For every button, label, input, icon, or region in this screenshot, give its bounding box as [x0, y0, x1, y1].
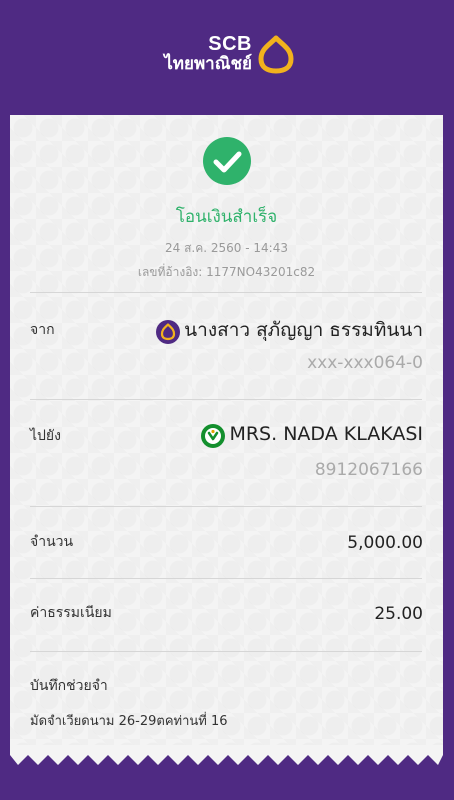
from-name-row: นางสาว สุภัญญา ธรรมทินนา: [156, 315, 423, 345]
amount-label: จำนวน: [30, 534, 74, 550]
bank-logo-text: SCB ไทยพาณิชย์: [156, 34, 252, 75]
divider: [30, 506, 422, 507]
transfer-slip: โอนเงินสำเร็จ 24 ส.ค. 2560 - 14:43 เลขที…: [10, 115, 443, 755]
from-name: นางสาว สุภัญญา ธรรมทินนา: [184, 319, 423, 341]
scb-logo-icon: [258, 35, 294, 74]
memo-label: บันทึกช่วยจำ: [30, 678, 108, 694]
divider: [30, 292, 422, 293]
bank-name-en: SCB: [208, 33, 252, 55]
transfer-reference: เลขที่อ้างอิง: 1177NO43201c82: [137, 265, 316, 279]
transfer-datetime: 24 ส.ค. 2560 - 14:43: [165, 241, 288, 255]
to-name: MRS. NADA KLAKASI: [229, 423, 423, 445]
slip-torn-edge: [10, 745, 443, 765]
divider: [30, 399, 422, 400]
to-name-row: MRS. NADA KLAKASI: [201, 423, 423, 448]
fee-value: 25.00: [374, 604, 423, 624]
from-label: จาก: [30, 322, 55, 338]
divider: [30, 651, 422, 652]
amount-value: 5,000.00: [347, 533, 423, 553]
to-label: ไปยัง: [30, 428, 61, 444]
memo-value: มัดจำเวียดนาม 26-29ตคท่านที่ 16: [30, 714, 228, 729]
bank-name-th: ไทยพาณิชย์: [164, 54, 252, 74]
app-header: SCB ไทยพาณิชย์: [0, 0, 454, 115]
kbank-icon: [201, 423, 226, 448]
to-account: 8912067166: [314, 460, 423, 480]
from-account: xxx-xxx064-0: [307, 353, 423, 373]
scb-icon: [156, 319, 181, 344]
divider: [30, 578, 422, 579]
check-circle-icon: [203, 137, 251, 185]
fee-label: ค่าธรรมเนียม: [30, 605, 112, 621]
transfer-status: โอนเงินสำเร็จ: [175, 207, 278, 227]
